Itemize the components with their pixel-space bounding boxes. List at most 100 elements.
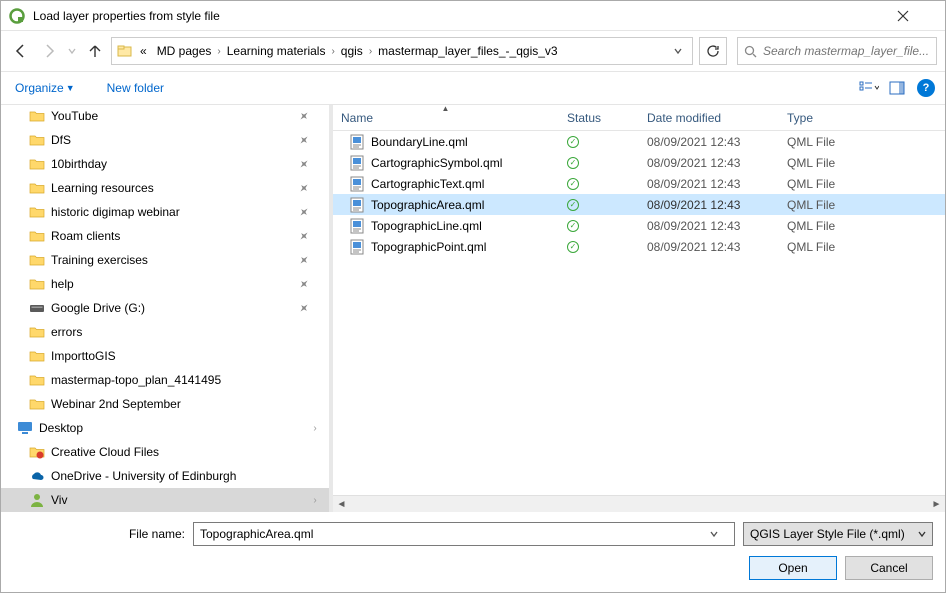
folder-tree[interactable]: YouTube DfS 10birthday Learning resourceshi… [1,105,329,512]
tree-item[interactable]: Roam clients [1,224,329,248]
preview-pane-button[interactable] [883,76,911,100]
filename-combo[interactable] [193,522,735,546]
pin-icon [299,183,309,193]
address-dropdown[interactable] [668,47,688,55]
file-row[interactable]: CartographicSymbol.qml✓08/09/2021 12:43Q… [333,152,945,173]
folder-icon [29,156,45,172]
folder-icon [29,228,45,244]
file-date: 08/09/2021 12:43 [639,240,779,254]
breadcrumb[interactable]: qgis [337,42,367,60]
file-list[interactable]: BoundaryLine.qml✓08/09/2021 12:43QML Fil… [333,131,945,495]
tree-item[interactable]: ImporttoGIS [1,344,329,368]
column-date[interactable]: Date modified [639,105,779,130]
help-button[interactable]: ? [917,79,935,97]
filetype-label: QGIS Layer Style File (*.qml) [750,527,918,541]
onedrive-icon [29,468,45,484]
file-row[interactable]: CartographicText.qml✓08/09/2021 12:43QML… [333,173,945,194]
column-status[interactable]: Status [559,105,639,130]
qgis-app-icon [9,8,25,24]
qml-file-icon [349,134,365,150]
filename-dropdown-icon[interactable] [710,530,728,538]
search-box[interactable] [737,37,937,65]
filename-label: File name: [13,527,185,541]
pin-icon [299,303,309,313]
chevron-right-icon: › [217,46,220,57]
open-button[interactable]: Open [749,556,837,580]
tree-item[interactable]: errors [1,320,329,344]
tree-item[interactable]: help [1,272,329,296]
tree-item[interactable]: OneDrive - University of Edinburgh [1,464,329,488]
breadcrumb[interactable]: Learning materials [223,42,330,60]
file-name: TopographicArea.qml [371,198,484,212]
breadcrumb-overflow[interactable]: « [136,42,151,60]
search-input[interactable] [763,44,930,58]
view-options-button[interactable] [855,76,883,100]
qml-file-icon [349,218,365,234]
breadcrumb[interactable]: MD pages [153,42,216,60]
tree-item-label: Training exercises [51,253,295,267]
qml-file-icon [349,197,365,213]
scroll-left-icon[interactable]: ◄ [333,496,350,513]
organize-menu[interactable]: Organize ▼ [11,77,79,99]
folder-icon [29,276,45,292]
recent-dropdown[interactable] [65,39,79,63]
file-date: 08/09/2021 12:43 [639,135,779,149]
refresh-button[interactable] [699,37,727,65]
status-synced-icon: ✓ [567,220,579,232]
tree-item-label: help [51,277,295,291]
qml-file-icon [349,239,365,255]
file-row[interactable]: TopographicLine.qml✓08/09/2021 12:43QML … [333,215,945,236]
status-synced-icon: ✓ [567,157,579,169]
tree-item[interactable]: DfS [1,128,329,152]
file-type: QML File [779,135,945,149]
tree-item-label: errors [51,325,309,339]
tree-item-label: Desktop [39,421,309,435]
tree-item[interactable]: Training exercises [1,248,329,272]
tree-item-label: 10birthday [51,157,295,171]
file-row[interactable]: TopographicPoint.qml✓08/09/2021 12:43QML… [333,236,945,257]
tree-item[interactable]: Viv› [1,488,329,512]
filetype-select[interactable]: QGIS Layer Style File (*.qml) [743,522,933,546]
file-type: QML File [779,198,945,212]
column-type[interactable]: Type [779,105,945,130]
file-row[interactable]: BoundaryLine.qml✓08/09/2021 12:43QML Fil… [333,131,945,152]
file-pane: ▲ Name Status Date modified Type Boundar… [333,105,945,512]
horizontal-scrollbar[interactable]: ◄ ► [333,495,945,512]
up-button[interactable] [83,39,107,63]
chevron-right-icon: › [309,495,321,506]
address-bar[interactable]: « MD pages › Learning materials › qgis ›… [111,37,693,65]
pin-icon [299,279,309,289]
folder-icon [29,180,45,196]
pin-icon [299,255,309,265]
tree-item[interactable]: YouTube [1,105,329,128]
tree-item[interactable]: mastermap-topo_plan_4141495 [1,368,329,392]
tree-item[interactable]: Webinar 2nd September [1,392,329,416]
column-name[interactable]: ▲ Name [333,105,559,130]
scroll-right-icon[interactable]: ► [928,496,945,513]
file-row[interactable]: TopographicArea.qml✓08/09/2021 12:43QML … [333,194,945,215]
tree-item[interactable]: historic digimap webinar [1,200,329,224]
folder-icon [116,42,134,60]
file-name: CartographicSymbol.qml [371,156,502,170]
tree-item[interactable]: Desktop› [1,416,329,440]
tree-item-label: Roam clients [51,229,295,243]
new-folder-button[interactable]: New folder [103,77,168,99]
filename-input[interactable] [200,527,710,541]
tree-item[interactable]: Learning resources [1,176,329,200]
breadcrumb[interactable]: mastermap_layer_files_-_qgis_v3 [374,42,561,60]
tree-item-label: YouTube [51,109,295,123]
folder-icon [29,396,45,412]
cc-icon [29,444,45,460]
file-type: QML File [779,219,945,233]
column-name-label: Name [341,111,373,125]
cancel-button[interactable]: Cancel [845,556,933,580]
tree-item[interactable]: Google Drive (G:) [1,296,329,320]
back-button[interactable] [9,39,33,63]
pin-icon [299,111,309,121]
tree-item[interactable]: 10birthday [1,152,329,176]
dialog-footer: File name: QGIS Layer Style File (*.qml)… [1,512,945,592]
desktop-icon [17,420,33,436]
forward-button[interactable] [37,39,61,63]
tree-item[interactable]: Creative Cloud Files [1,440,329,464]
close-button[interactable] [897,10,937,22]
